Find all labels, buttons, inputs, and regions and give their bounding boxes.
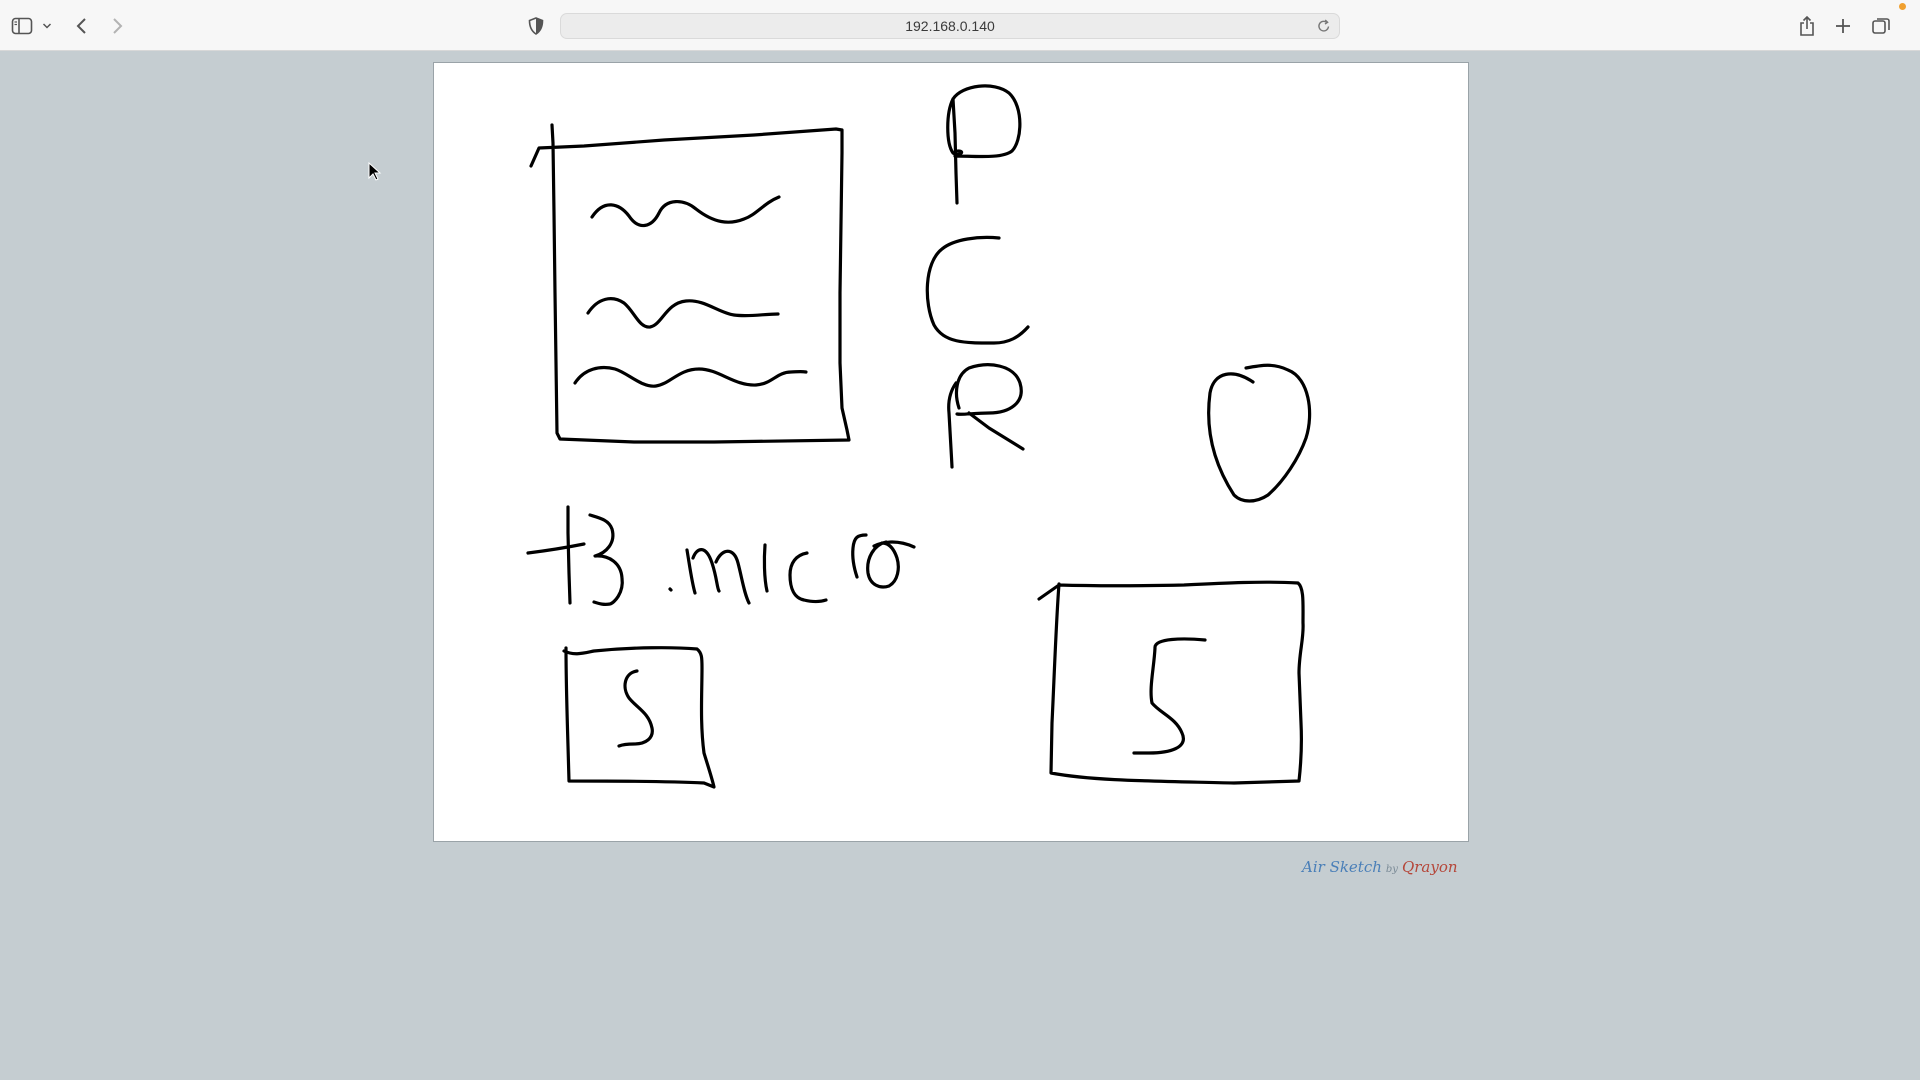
- letter-r-small: [851, 533, 868, 579]
- sidebar-toggle-button[interactable]: [8, 12, 36, 40]
- drop-shape: [1207, 363, 1312, 503]
- letter-o: [866, 540, 916, 589]
- credit-app-name: Air Sketch: [1302, 858, 1382, 876]
- document-line-1: [590, 195, 781, 227]
- right-box-stroke: [1037, 580, 1305, 785]
- letter-t: [526, 505, 586, 605]
- left-box-s: [617, 669, 654, 748]
- new-tab-button[interactable]: [1829, 12, 1857, 40]
- browser-toolbar: 192.168.0.140: [0, 0, 1920, 51]
- mouse-pointer-icon: [368, 161, 382, 187]
- tab-group-menu-button[interactable]: [38, 12, 56, 40]
- reload-icon[interactable]: [1317, 18, 1331, 39]
- letter-p: [946, 84, 1022, 205]
- letter-r: [947, 363, 1025, 469]
- pcr-letters: [925, 84, 1030, 469]
- air-sketch-credit[interactable]: Air Sketch by Qrayon: [1302, 858, 1458, 876]
- forward-button[interactable]: [103, 12, 131, 40]
- t3-micro-handwriting: [526, 505, 916, 606]
- url-text: 192.168.0.140: [905, 18, 995, 34]
- digit-3: [588, 513, 624, 606]
- sidebar-icon: [11, 17, 33, 35]
- share-icon: [1798, 15, 1816, 37]
- sketch-canvas[interactable]: [433, 62, 1469, 842]
- chevron-right-icon: [110, 17, 124, 35]
- document-box-stroke: [529, 123, 851, 444]
- credit-company: Qrayon: [1401, 858, 1458, 876]
- back-button[interactable]: [68, 12, 96, 40]
- notification-dot: [1899, 3, 1906, 10]
- privacy-report-button[interactable]: [522, 12, 550, 40]
- address-bar[interactable]: 192.168.0.140: [560, 13, 1340, 39]
- tab-overview-button[interactable]: [1867, 12, 1895, 40]
- document-line-3: [573, 365, 808, 388]
- right-box-s: [1132, 637, 1207, 755]
- chevron-left-icon: [75, 17, 89, 35]
- document-sketch: [529, 123, 851, 444]
- letter-c: [925, 235, 1030, 345]
- shield-icon: [528, 17, 544, 35]
- letter-i: [762, 543, 769, 593]
- letter-m: [685, 548, 751, 605]
- left-box-stroke: [562, 646, 716, 789]
- document-line-2: [586, 297, 780, 329]
- letter-c-small: [788, 551, 828, 604]
- credit-by: by: [1385, 864, 1398, 875]
- left-s-box: [562, 646, 716, 789]
- share-button[interactable]: [1793, 12, 1821, 40]
- dot: [668, 587, 673, 592]
- chevron-down-icon: [42, 22, 52, 30]
- right-s-box: [1037, 580, 1305, 785]
- plus-icon: [1834, 17, 1852, 35]
- tabs-icon: [1871, 16, 1891, 36]
